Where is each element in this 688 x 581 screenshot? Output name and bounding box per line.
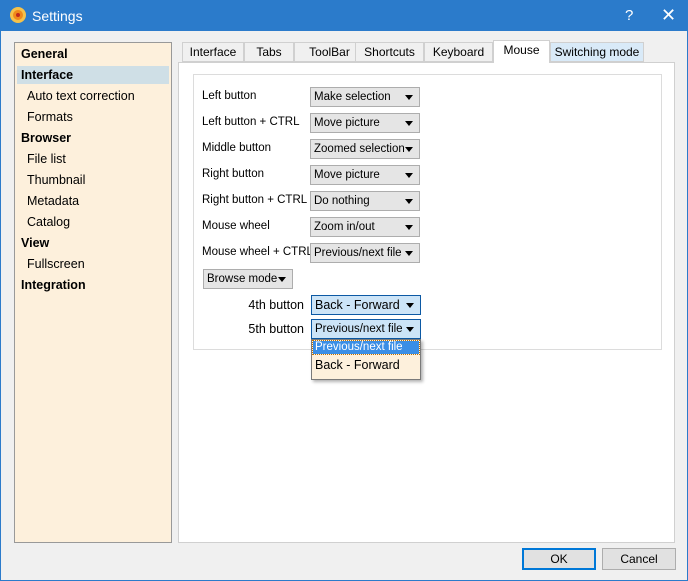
fifth-button-label: 5th button xyxy=(248,322,304,336)
dropdown-option-back-forward[interactable]: Back - Forward xyxy=(315,358,400,372)
row-label: Middle button xyxy=(202,142,272,154)
sidebar-item-metadata[interactable]: Metadata xyxy=(17,192,169,210)
row-label: Mouse wheel + CTRL xyxy=(202,246,313,258)
tab-tabs[interactable]: Tabs xyxy=(244,42,294,62)
tab-keyboard[interactable]: Keyboard xyxy=(424,42,493,62)
fifth-button-dropdown-list: Previous/next file Back - Forward xyxy=(311,339,421,380)
row-label: Left button xyxy=(202,90,257,102)
row-label: Right button xyxy=(202,168,265,180)
title-bar: Settings ? ✕ xyxy=(1,1,688,31)
help-button[interactable]: ? xyxy=(625,7,633,24)
sidebar-item-interface[interactable]: Interface xyxy=(17,66,169,84)
action-combo[interactable]: Previous/next file xyxy=(310,243,420,263)
action-combo[interactable]: Make selection xyxy=(310,87,420,107)
fourth-button-label: 4th button xyxy=(248,298,304,312)
sidebar-item-file-list[interactable]: File list xyxy=(17,150,169,168)
tab-interface[interactable]: Interface xyxy=(182,42,244,62)
mode-combo[interactable]: Browse mode xyxy=(203,269,293,289)
cancel-button[interactable]: Cancel xyxy=(602,548,676,570)
close-button[interactable]: ✕ xyxy=(661,5,676,26)
sidebar-item-view[interactable]: View xyxy=(17,234,169,252)
action-combo[interactable]: Zoomed selection xyxy=(310,139,420,159)
sidebar-item-general[interactable]: General xyxy=(17,45,169,63)
fifth-button-combo[interactable]: Previous/next file xyxy=(311,319,421,339)
action-combo[interactable]: Zoom in/out xyxy=(310,217,420,237)
action-combo[interactable]: Do nothing xyxy=(310,191,420,211)
action-combo[interactable]: Move picture xyxy=(310,165,420,185)
sidebar-item-browser[interactable]: Browser xyxy=(17,129,169,147)
sidebar-item-formats[interactable]: Formats xyxy=(17,108,169,126)
row-label: Right button + CTRL xyxy=(202,194,308,206)
action-combo[interactable]: Move picture xyxy=(310,113,420,133)
dropdown-option-previous-next-file[interactable]: Previous/next file xyxy=(312,340,420,355)
sidebar-item-integration[interactable]: Integration xyxy=(17,276,169,294)
settings-category-tree[interactable]: General Interface Auto text correction Form… xyxy=(14,42,172,543)
row-label: Left button + CTRL xyxy=(202,116,300,128)
ok-button[interactable]: OK xyxy=(522,548,596,570)
sidebar-item-fullscreen[interactable]: Fullscreen xyxy=(17,255,169,273)
window-title: Settings xyxy=(32,8,83,24)
sidebar-item-thumbnail[interactable]: Thumbnail xyxy=(17,171,169,189)
tab-mouse[interactable]: Mouse xyxy=(493,40,550,63)
tab-switching-mode[interactable]: Switching mode xyxy=(550,42,644,62)
sidebar-item-auto-text-correction[interactable]: Auto text correction xyxy=(17,87,169,105)
row-label: Mouse wheel xyxy=(202,220,270,232)
tab-shortcuts[interactable]: Shortcuts xyxy=(355,42,424,62)
sidebar-item-catalog[interactable]: Catalog xyxy=(17,213,169,231)
fourth-button-combo[interactable]: Back - Forward xyxy=(311,295,421,315)
app-logo-icon xyxy=(10,7,26,23)
